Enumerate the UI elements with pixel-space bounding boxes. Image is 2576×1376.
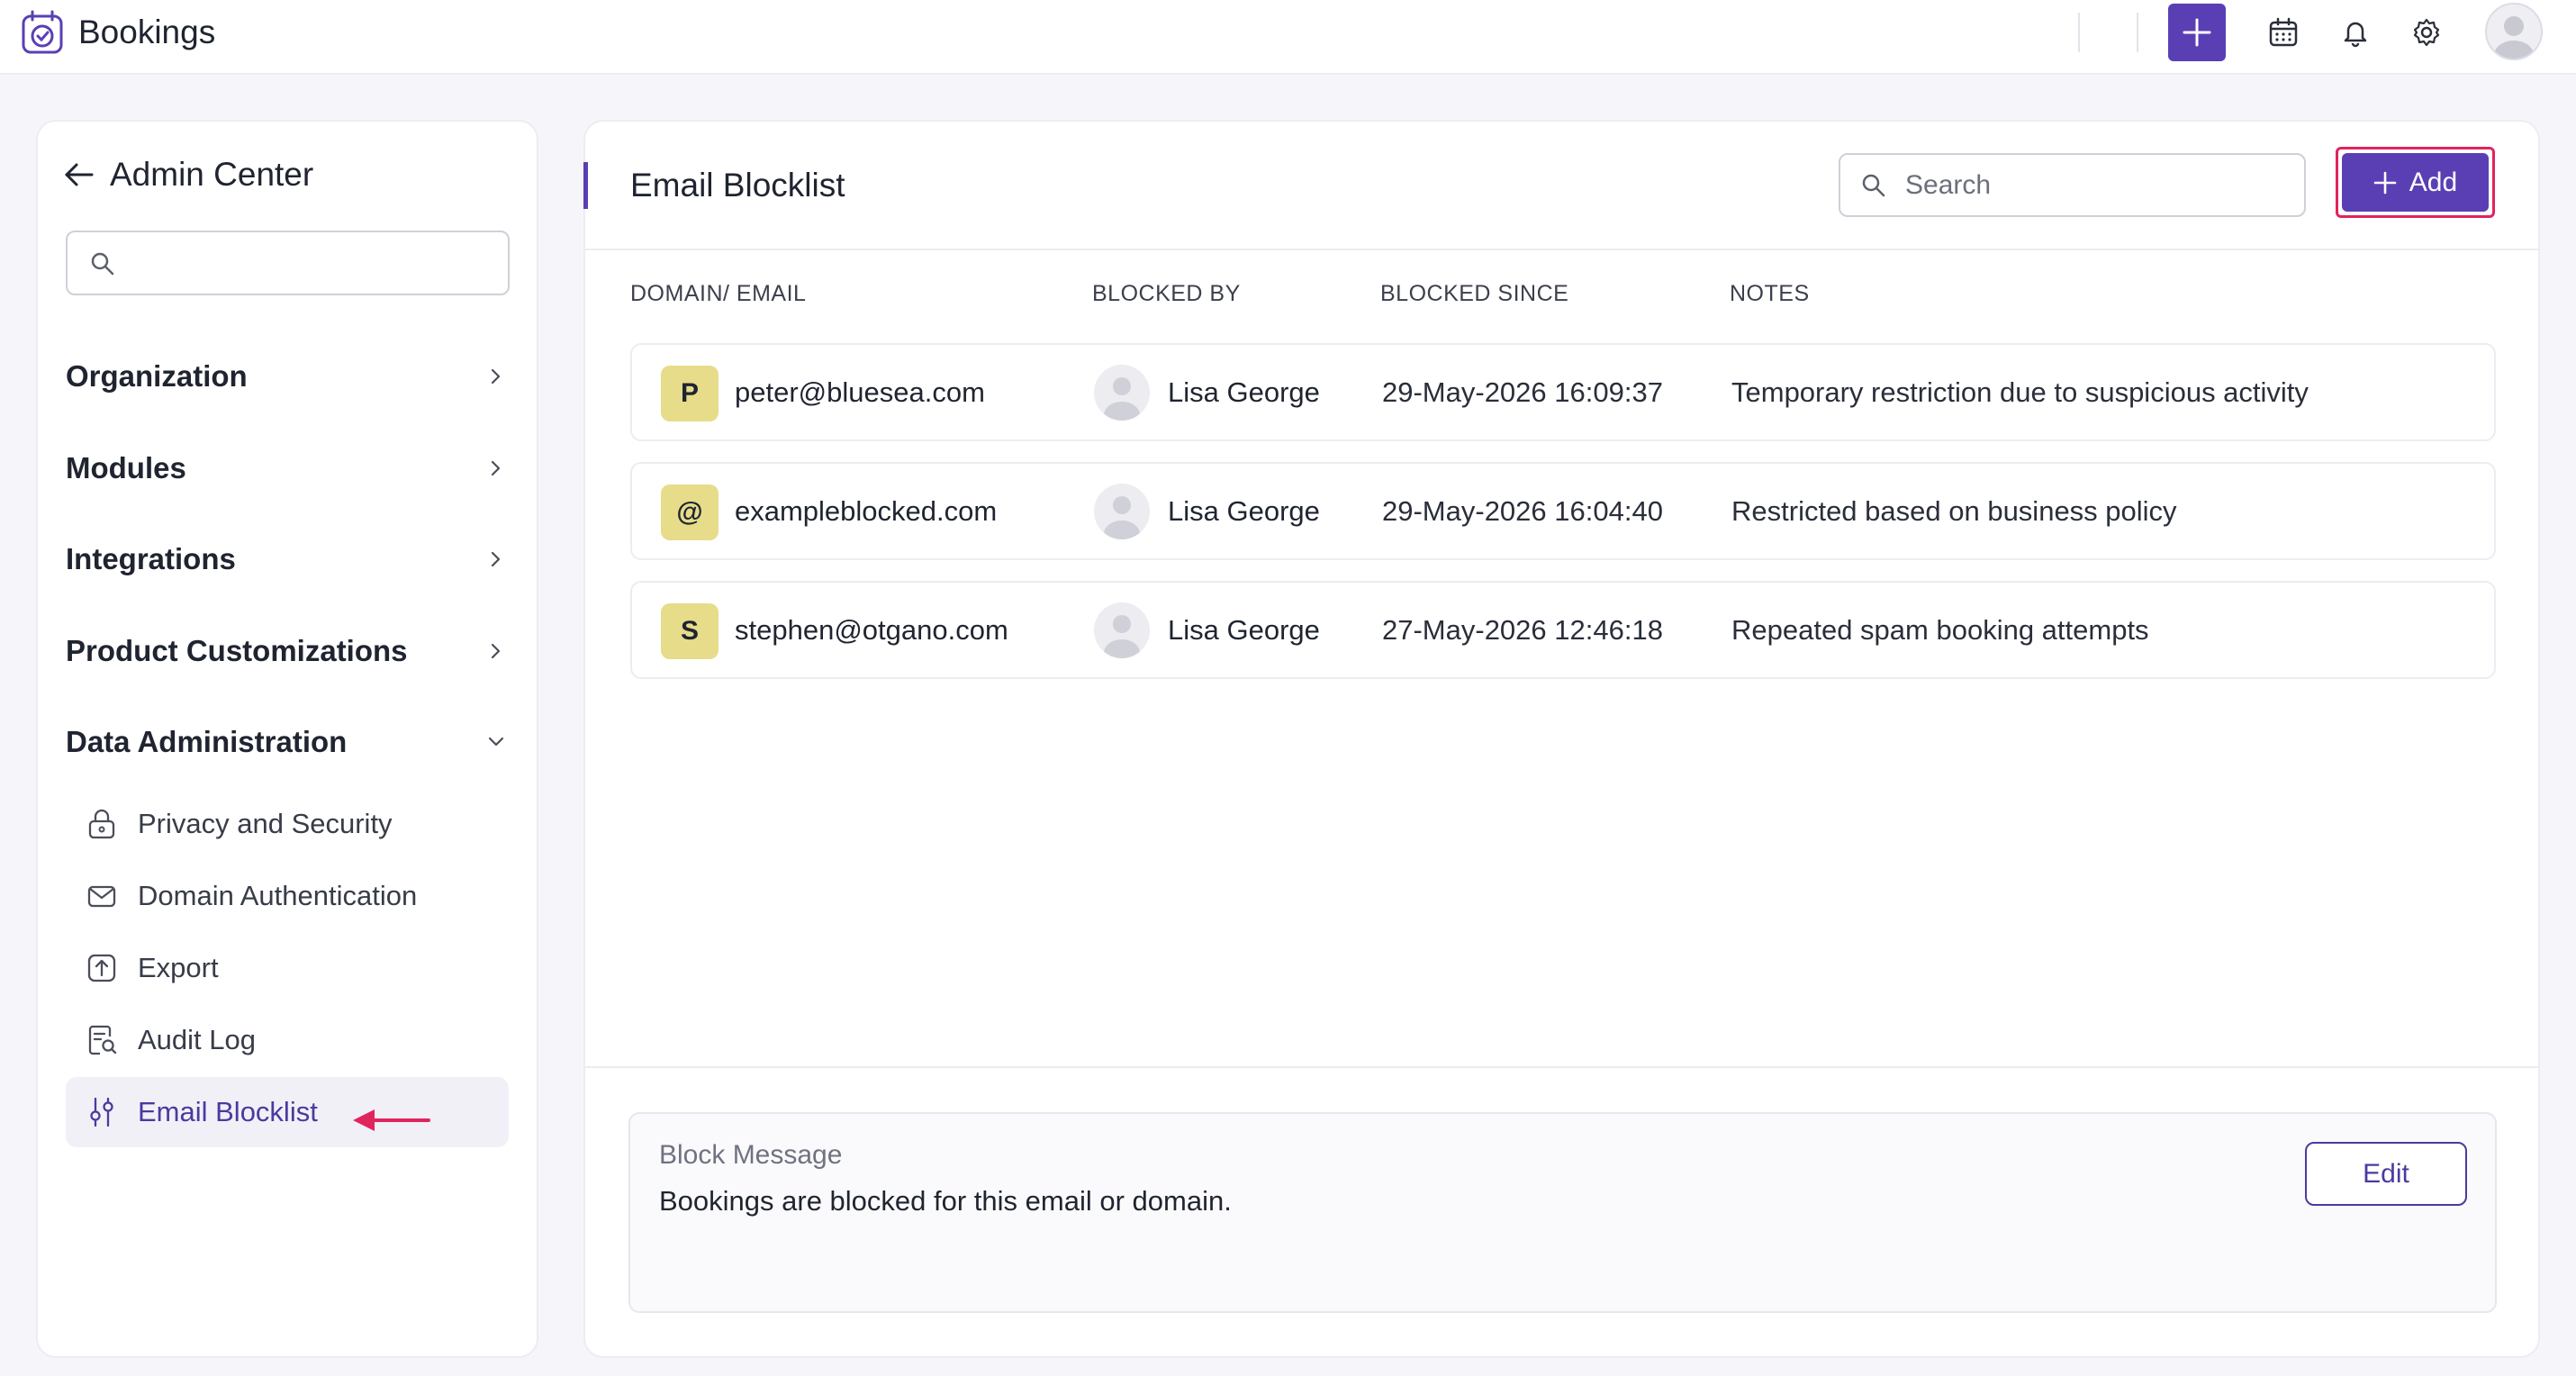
blocked-by-name: Lisa George xyxy=(1168,494,1320,527)
export-icon xyxy=(87,954,116,982)
blocked-by-name: Lisa George xyxy=(1168,376,1320,408)
sidebar-item-label: Data Administration xyxy=(66,725,348,758)
email-badge: @ xyxy=(661,484,719,540)
plus-icon xyxy=(2183,18,2211,47)
plus-icon xyxy=(2373,171,2397,194)
title-accent xyxy=(583,162,588,209)
blocked-by: Lisa George xyxy=(1094,345,1320,439)
avatar xyxy=(1094,364,1150,421)
sidebar-item-label: Product Customizations xyxy=(66,634,408,667)
email-badge: P xyxy=(661,366,719,421)
back-button[interactable] xyxy=(63,158,95,191)
sidebar-item-privacy-and-security[interactable]: Privacy and Security xyxy=(66,789,509,859)
edit-button[interactable]: Edit xyxy=(2305,1142,2467,1206)
email-badge: S xyxy=(661,603,719,659)
lock-icon xyxy=(88,809,115,839)
sidebar-item-data-administration[interactable]: Data Administration xyxy=(66,715,507,769)
column-header-domain: DOMAIN/ EMAIL xyxy=(630,281,807,306)
arrow-left-icon xyxy=(65,163,94,186)
sliders-icon xyxy=(90,1097,113,1127)
sidebar-item-product-customizations[interactable]: Product Customizations xyxy=(66,624,507,678)
sidebar-item-email-blocklist[interactable]: Email Blocklist xyxy=(66,1077,509,1147)
notes: Temporary restriction due to suspicious … xyxy=(1731,376,2309,408)
avatar-icon xyxy=(1104,614,1140,658)
blocked-by: Lisa George xyxy=(1094,464,1320,558)
blocked-by-name: Lisa George xyxy=(1168,613,1320,646)
sidebar-sub-label: Privacy and Security xyxy=(138,808,393,839)
sidebar-item-modules[interactable]: Modules xyxy=(66,441,507,495)
notes: Restricted based on business policy xyxy=(1731,494,2177,527)
divider xyxy=(2078,13,2080,52)
avatar-icon xyxy=(2494,16,2534,59)
app-title: Bookings xyxy=(78,14,216,50)
sidebar-item-label: Modules xyxy=(66,451,186,484)
audit-log-icon xyxy=(88,1025,117,1055)
blocked-email: exampleblocked.com xyxy=(735,494,998,527)
quick-add-button[interactable] xyxy=(2168,4,2226,61)
top-bar: Bookings xyxy=(0,0,2576,75)
page-title: Email Blocklist xyxy=(630,167,845,204)
pointer-arrow-icon xyxy=(351,1104,432,1136)
avatar-icon xyxy=(1104,376,1140,421)
column-header-blocked-by: BLOCKED BY xyxy=(1092,281,1241,306)
block-message-title: Block Message xyxy=(659,1140,843,1170)
sidebar-sub-label: Audit Log xyxy=(138,1024,256,1055)
sidebar-item-domain-authentication[interactable]: Domain Authentication xyxy=(66,861,509,931)
blocked-email: peter@bluesea.com xyxy=(735,376,985,408)
notes: Repeated spam booking attempts xyxy=(1731,613,2149,646)
blocked-since: 29-May-2026 16:04:40 xyxy=(1382,494,1663,527)
avatar-icon xyxy=(1104,495,1140,539)
chevron-right-icon xyxy=(491,368,501,385)
sidebar-sub-label: Export xyxy=(138,952,219,983)
sidebar-item-audit-log[interactable]: Audit Log xyxy=(66,1005,509,1075)
user-avatar[interactable] xyxy=(2485,3,2543,60)
search-input[interactable] xyxy=(1903,168,2285,202)
column-header-notes: NOTES xyxy=(1730,281,1810,306)
calendar-icon xyxy=(2269,17,2298,47)
chevron-right-icon xyxy=(491,551,501,567)
add-button-label: Add xyxy=(2409,167,2458,197)
bell-icon xyxy=(2344,22,2367,48)
sidebar-item-integrations[interactable]: Integrations xyxy=(66,532,507,586)
table-row[interactable]: @ exampleblocked.com Lisa George 29-May-… xyxy=(630,462,2496,560)
mail-icon xyxy=(87,885,116,908)
blocked-since: 29-May-2026 16:09:37 xyxy=(1382,376,1663,408)
search-icon xyxy=(91,252,114,276)
column-header-blocked-since: BLOCKED SINCE xyxy=(1380,281,1569,306)
notifications-button[interactable] xyxy=(2337,14,2373,50)
gear-icon xyxy=(2413,18,2440,47)
sidebar-search-input[interactable] xyxy=(66,231,510,295)
blocklist-search[interactable] xyxy=(1839,153,2306,217)
sidebar-item-export[interactable]: Export xyxy=(66,933,509,1003)
divider xyxy=(585,249,2538,250)
blocked-by: Lisa George xyxy=(1094,583,1320,677)
app-logo-icon[interactable] xyxy=(20,9,65,56)
sidebar-item-label: Organization xyxy=(66,359,248,393)
search-icon xyxy=(1862,174,1885,196)
avatar xyxy=(1094,602,1150,658)
sidebar-sub-label: Email Blocklist xyxy=(138,1096,318,1127)
avatar xyxy=(1094,483,1150,539)
sidebar-title: Admin Center xyxy=(110,156,314,193)
divider xyxy=(2137,13,2138,52)
add-button[interactable]: Add xyxy=(2342,153,2489,212)
blocked-email: stephen@otgano.com xyxy=(735,613,1008,646)
blocked-since: 27-May-2026 12:46:18 xyxy=(1382,613,1663,646)
block-message-text: Bookings are blocked for this email or d… xyxy=(659,1185,1232,1217)
table-row[interactable]: P peter@bluesea.com Lisa George 29-May-2… xyxy=(630,343,2496,441)
calendar-button[interactable] xyxy=(2265,14,2301,50)
sidebar-item-organization[interactable]: Organization xyxy=(66,349,507,403)
sidebar-item-label: Integrations xyxy=(66,542,236,575)
settings-button[interactable] xyxy=(2409,14,2445,50)
chevron-right-icon xyxy=(491,460,501,476)
divider xyxy=(585,1066,2538,1068)
chevron-down-icon xyxy=(488,737,504,747)
chevron-right-icon xyxy=(491,643,501,659)
sidebar-sub-label: Domain Authentication xyxy=(138,880,418,911)
table-row[interactable]: S stephen@otgano.com Lisa George 27-May-… xyxy=(630,581,2496,679)
